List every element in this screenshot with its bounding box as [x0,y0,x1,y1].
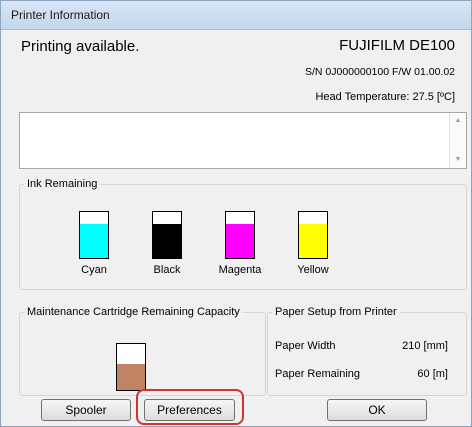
ink-gauge-yellow [298,211,328,259]
paper-remaining-value: 60 [m] [417,368,448,380]
ink-gauge-black [152,211,182,259]
printer-model: FUJIFILM DE100 [339,37,455,54]
ink-label-magenta: Magenta [218,264,262,276]
paper-width-label: Paper Width [275,340,336,352]
maintenance-cartridge-fill [117,364,145,390]
title-bar: Printer Information [1,1,471,30]
ink-remaining-legend: Ink Remaining [27,178,98,190]
window-title: Printer Information [11,8,110,22]
ink-fill-magenta [226,223,254,258]
ink-gauge-magenta [225,211,255,259]
maintenance-cartridge-gauge [116,343,146,391]
paper-setup-legend: Paper Setup from Printer [275,306,397,318]
maintenance-cartridge-group: Maintenance Cartridge Remaining Capacity [19,306,266,396]
head-temperature: Head Temperature: 27.5 [ºC] [315,91,455,103]
ok-button[interactable]: OK [327,399,427,421]
preferences-highlight-frame [136,389,244,425]
ink-remaining-group: Ink Remaining Cyan Black Magenta Yellow [19,178,467,290]
scroll-up-icon[interactable]: ▲ [450,115,466,127]
ink-fill-black [153,223,181,258]
message-scrollbar[interactable]: ▲ ▼ [449,113,466,168]
ink-fill-yellow [299,223,327,258]
ink-label-yellow: Yellow [297,264,329,276]
printer-status: Printing available. [21,38,140,55]
paper-width-value: 210 [mm] [402,340,448,352]
maintenance-cartridge-legend: Maintenance Cartridge Remaining Capacity [27,306,240,318]
ink-gauge-cyan [79,211,109,259]
paper-remaining-label: Paper Remaining [275,368,360,380]
spooler-button[interactable]: Spooler [41,399,131,421]
paper-setup-group: Paper Setup from Printer Paper Width 210… [267,306,467,396]
message-area[interactable]: ▲ ▼ [19,112,467,169]
ink-fill-cyan [80,223,108,258]
printer-information-window: Printer Information Printing available. … [0,0,472,427]
ink-label-cyan: Cyan [81,264,107,276]
serial-firmware: S/N 0J000000100 F/W 01.00.02 [304,66,455,78]
scroll-down-icon[interactable]: ▼ [450,154,466,166]
ink-label-black: Black [153,264,181,276]
